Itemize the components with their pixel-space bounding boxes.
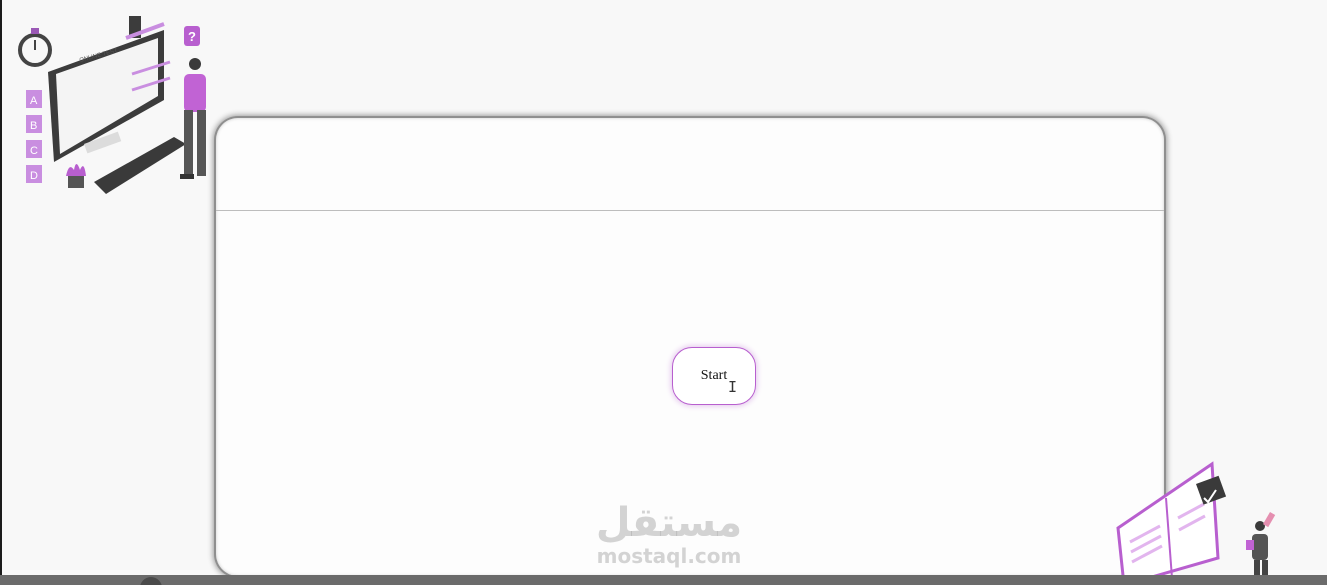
card-header xyxy=(216,118,1164,210)
option-a: A xyxy=(30,95,38,107)
option-b: B xyxy=(30,120,37,132)
plant-icon xyxy=(66,164,86,188)
person-figure xyxy=(180,58,206,179)
quiz-page: A B C D ONLINE TEST ? Start I مستقل most… xyxy=(0,0,1327,585)
watermark-arabic: مستقل xyxy=(595,500,743,546)
notebook-illustration xyxy=(1116,461,1276,585)
option-c: C xyxy=(30,145,38,157)
start-button-label: Start xyxy=(700,368,728,383)
start-button[interactable]: Start xyxy=(672,347,756,405)
question-mark: ? xyxy=(188,29,196,44)
answer-options: A B C D xyxy=(26,90,42,183)
bottom-scroll-bar xyxy=(0,575,1327,585)
stopwatch-icon xyxy=(18,28,52,67)
open-book-icon xyxy=(1116,461,1227,585)
watermark: مستقل mostaql.com xyxy=(584,500,754,580)
window-edge xyxy=(0,0,2,585)
text-cursor-icon: I xyxy=(728,378,738,396)
card-divider xyxy=(216,210,1164,211)
watermark-latin: mostaql.com xyxy=(596,544,742,568)
scroll-knob xyxy=(140,577,162,585)
question-badge-icon: ? xyxy=(184,26,200,46)
online-test-illustration: A B C D ONLINE TEST ? xyxy=(18,16,206,194)
monitor-icon: ONLINE TEST xyxy=(48,16,171,162)
option-d: D xyxy=(30,170,38,182)
